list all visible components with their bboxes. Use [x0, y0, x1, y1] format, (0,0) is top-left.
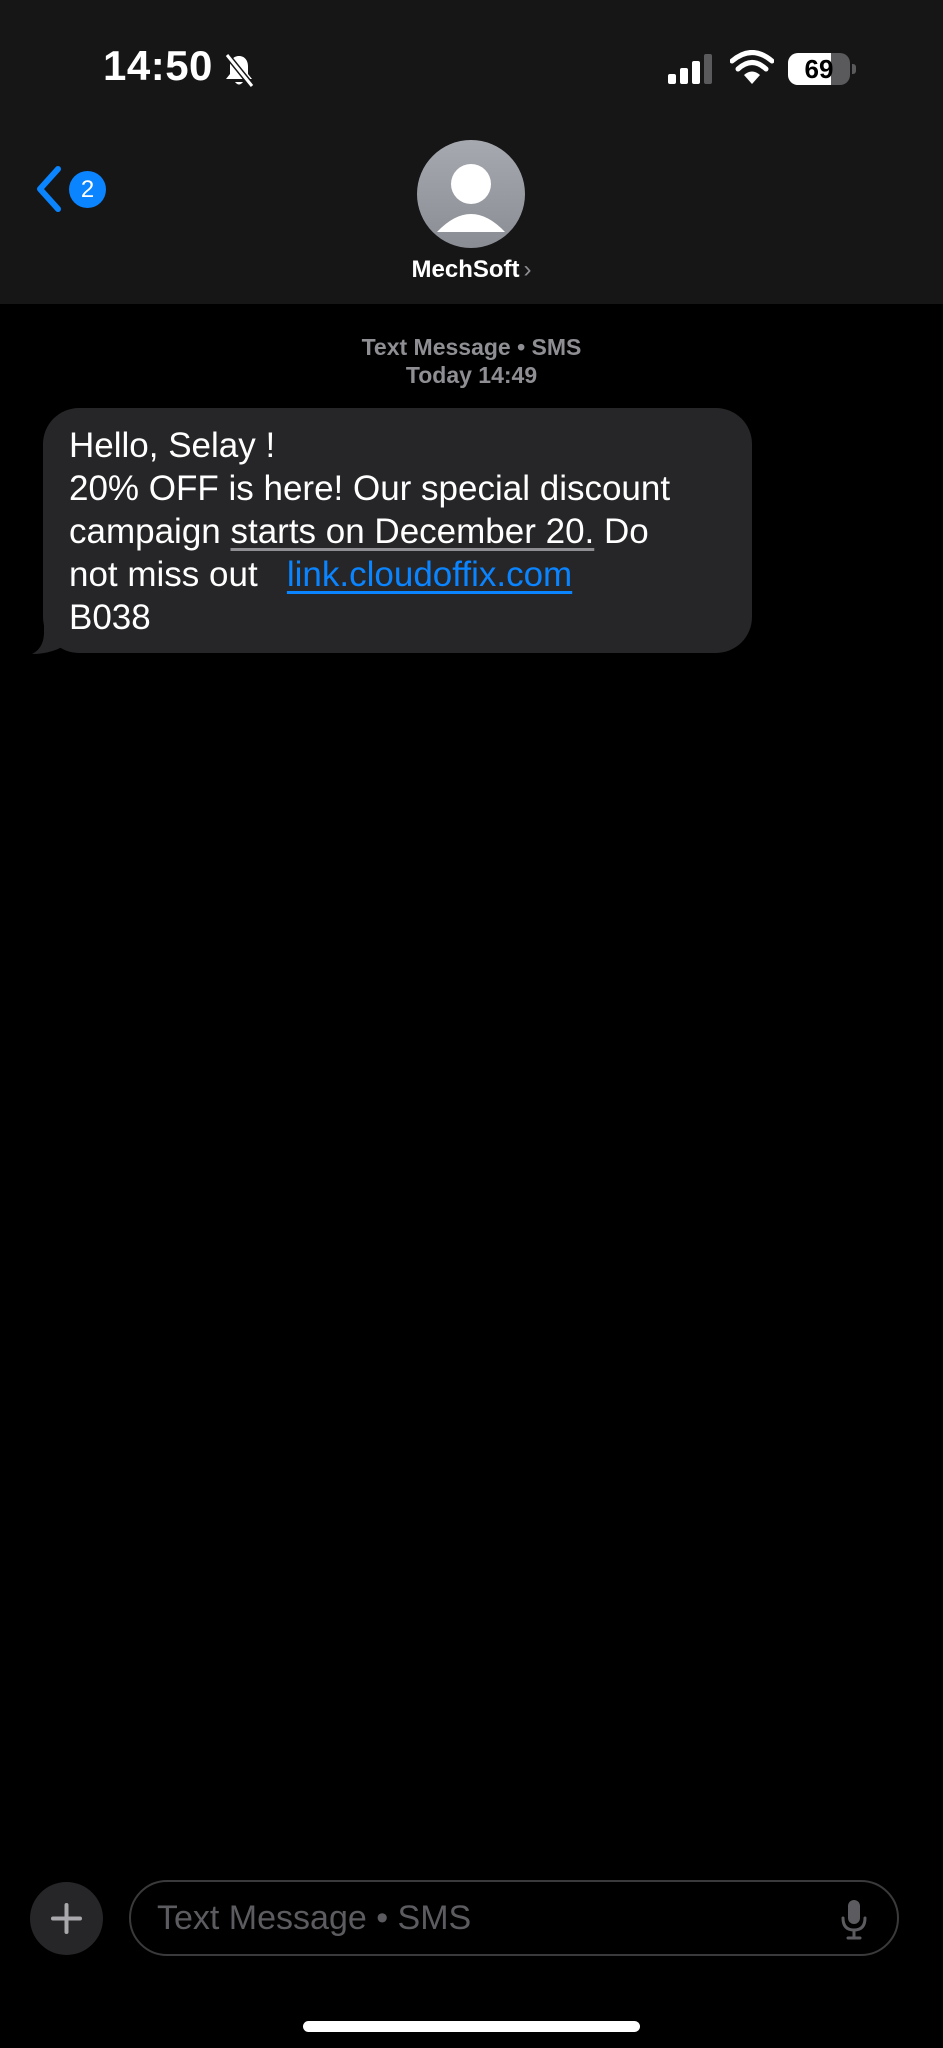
detected-date-link[interactable]: starts on December 20.	[230, 512, 594, 551]
message-url-link[interactable]: link.cloudoffix.com	[287, 555, 572, 594]
person-icon	[437, 164, 505, 232]
message-input[interactable]: Text Message • SMS	[129, 1880, 899, 1956]
home-indicator[interactable]	[303, 2021, 640, 2032]
apps-plus-button[interactable]	[30, 1882, 103, 1955]
battery-icon: 69	[788, 53, 856, 85]
plus-icon	[51, 1903, 82, 1934]
unread-count-badge: 2	[69, 171, 106, 208]
service-label: Text Message • SMS	[361, 334, 582, 360]
message-line: not miss out link.cloudoffix.com	[69, 555, 573, 594]
contact-name-button[interactable]: MechSoft ›	[0, 256, 943, 284]
contact-avatar[interactable]	[417, 140, 525, 248]
chevron-right-icon: ›	[523, 256, 532, 283]
cellular-signal-icon	[668, 54, 712, 84]
message-input-placeholder: Text Message • SMS	[157, 1899, 472, 1937]
incoming-message-bubble[interactable]: Hello, Selay ! 20% OFF is here! Our spec…	[43, 408, 752, 653]
thread-meta: Text Message • SMS Today 14:49	[0, 333, 943, 389]
message-line: B038	[69, 598, 151, 637]
bell-slash-icon	[224, 53, 255, 88]
battery-level: 69	[804, 54, 834, 84]
contact-name: MechSoft	[411, 256, 520, 283]
back-button[interactable]: 2	[32, 164, 112, 214]
message-line: Hello, Selay !	[69, 426, 276, 465]
wifi-icon	[730, 50, 774, 84]
message-line: 20% OFF is here! Our special discount	[69, 469, 671, 508]
chevron-left-icon	[37, 166, 61, 212]
message-timestamp: Today 14:49	[405, 362, 538, 388]
message-line: campaign starts on December 20. Do	[69, 512, 649, 551]
microphone-icon[interactable]	[839, 1898, 869, 1940]
status-time: 14:50	[103, 42, 213, 89]
